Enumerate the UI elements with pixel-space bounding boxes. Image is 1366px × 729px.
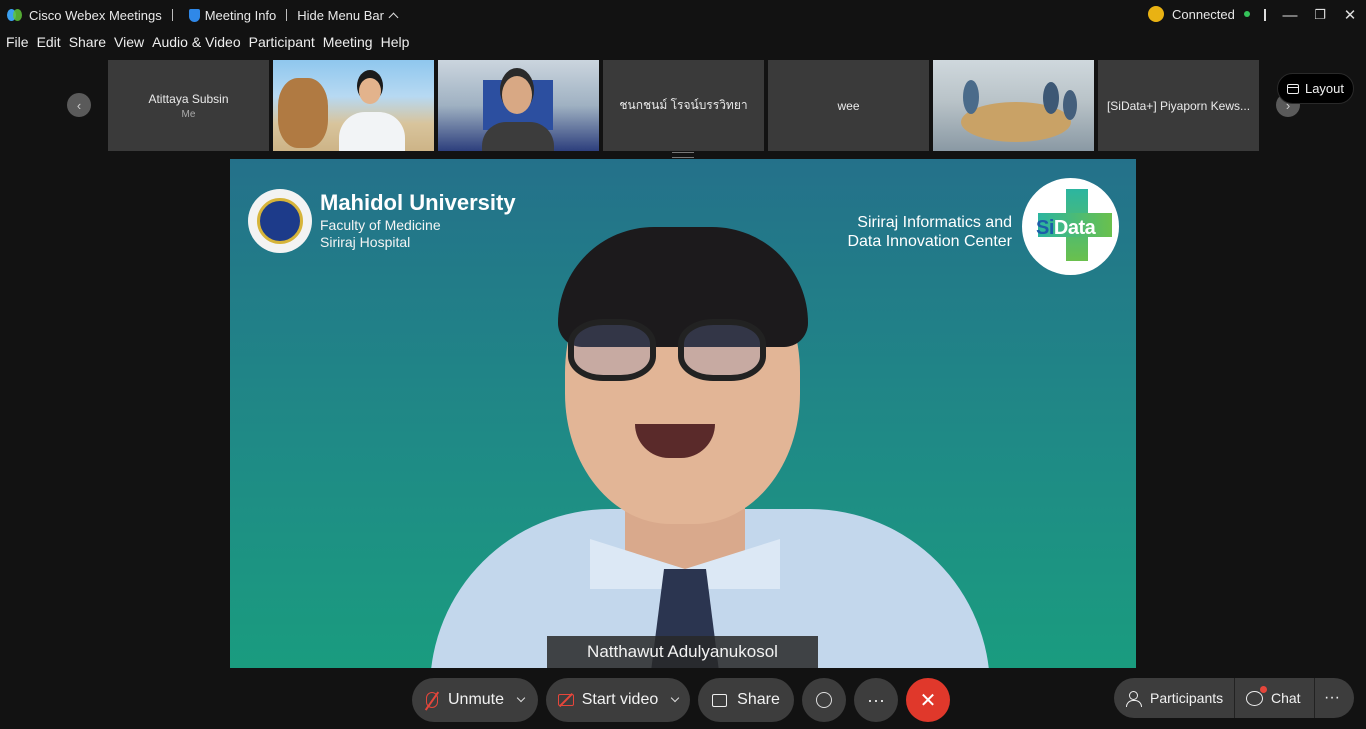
participant-name: wee	[837, 98, 860, 113]
center-name: Data Innovation Center	[847, 233, 1012, 250]
layout-button[interactable]: Layout	[1277, 73, 1354, 104]
panel-divider	[1314, 678, 1315, 718]
video-figure	[482, 122, 554, 151]
resize-grip-handle[interactable]	[672, 152, 694, 158]
share-label: Share	[737, 691, 780, 708]
participant-name: Atittaya Subsin	[148, 91, 229, 106]
speaker-glasses	[568, 319, 656, 381]
unmute-label: Unmute	[447, 691, 505, 708]
center-name: Siriraj Informatics and	[857, 214, 1012, 231]
menu-file[interactable]: File	[6, 34, 29, 56]
chevron-down-icon[interactable]	[516, 693, 526, 703]
meeting-info-link[interactable]: Meeting Info	[205, 8, 277, 23]
connection-status-text: Connected	[1172, 6, 1235, 22]
video-figure	[1063, 90, 1077, 120]
participants-button[interactable]: Participants	[1126, 678, 1223, 718]
participant-strip: Atittaya Subsin Me ชนกชนม์ โรจน์บรรวิทยา…	[108, 60, 1259, 151]
menu-participant[interactable]: Participant	[249, 34, 315, 56]
main-video-stage: Mahidol University Faculty of Medicine S…	[230, 159, 1136, 668]
hide-menu-bar-button[interactable]: Hide Menu Bar	[297, 8, 384, 23]
status-dot-icon	[1243, 11, 1250, 17]
title-divider	[1264, 9, 1266, 21]
network-badge-icon	[1148, 6, 1164, 22]
participant-thumbnail[interactable]: [SiData+] Piyaporn Kews...	[1098, 60, 1259, 151]
menu-help[interactable]: Help	[381, 34, 410, 56]
video-figure	[502, 76, 532, 114]
unread-dot	[1260, 685, 1267, 693]
restore-button[interactable]: ❐	[1305, 0, 1335, 30]
person-icon	[1126, 690, 1142, 707]
video-figure	[359, 78, 381, 104]
sidata-logo-text: SiData	[1036, 217, 1096, 239]
participant-video-thumbnail[interactable]	[933, 60, 1094, 151]
participant-video-thumbnail[interactable]	[273, 60, 434, 151]
unmute-button[interactable]: Unmute	[412, 678, 538, 722]
participant-video-thumbnail[interactable]	[438, 60, 599, 151]
menu-meeting[interactable]: Meeting	[323, 34, 373, 56]
menu-share[interactable]: Share	[69, 34, 106, 56]
video-figure	[963, 80, 979, 114]
org-subtitle: Siriraj Hospital	[320, 234, 411, 250]
share-screen-icon	[712, 693, 728, 707]
menu-audio-video[interactable]: Audio & Video	[152, 34, 240, 56]
participants-label: Participants	[1150, 690, 1224, 706]
panel-more-button[interactable]: ···	[1324, 678, 1340, 718]
speaker-glasses	[678, 319, 766, 381]
shield-icon[interactable]	[188, 8, 200, 22]
webex-logo-icon	[7, 8, 23, 22]
close-window-button[interactable]: ✕	[1335, 0, 1365, 30]
participant-thumbnail[interactable]: wee	[768, 60, 929, 151]
menu-edit[interactable]: Edit	[37, 34, 61, 56]
minimize-button[interactable]: —	[1275, 0, 1305, 30]
end-meeting-button[interactable]: ✕	[906, 678, 950, 722]
chevron-down-icon[interactable]	[670, 693, 680, 703]
smile-icon	[816, 692, 832, 708]
reactions-button[interactable]	[802, 678, 846, 722]
title-separator	[171, 9, 173, 21]
app-title: Cisco Webex Meetings	[29, 7, 162, 23]
panel-divider	[1234, 678, 1235, 718]
start-video-button[interactable]: Start video	[546, 678, 690, 722]
mahidol-seal-icon	[248, 189, 312, 253]
org-subtitle: Faculty of Medicine	[320, 217, 441, 233]
more-options-button[interactable]: ···	[854, 678, 898, 722]
participant-name: [SiData+] Piyaporn Kews...	[1106, 98, 1251, 113]
active-speaker-name: Natthawut Adulyanukosol	[547, 636, 818, 668]
chat-button[interactable]: Chat	[1246, 678, 1301, 718]
participant-name: ชนกชนม์ โรจน์บรรวิทยา	[619, 98, 748, 112]
video-figure	[278, 78, 328, 148]
title-separator	[286, 9, 288, 21]
video-figure	[339, 112, 405, 151]
panel-controls: Participants Chat ···	[1114, 678, 1354, 718]
menu-view[interactable]: View	[114, 34, 144, 56]
participant-thumbnail[interactable]: Atittaya Subsin Me	[108, 60, 269, 151]
participant-me-label: Me	[181, 108, 196, 120]
chevron-up-icon[interactable]	[388, 12, 399, 22]
mic-off-icon	[425, 692, 438, 708]
chat-bubble-icon	[1246, 685, 1267, 706]
start-video-label: Start video	[581, 691, 659, 708]
org-title: Mahidol University	[320, 190, 516, 215]
participant-thumbnail[interactable]: ชนกชนม์ โรจน์บรรวิทยา	[603, 60, 764, 151]
video-figure	[1043, 82, 1059, 114]
connection-status[interactable]: Connected	[1148, 6, 1250, 22]
layout-icon	[1286, 83, 1299, 94]
camera-off-icon	[557, 694, 574, 706]
menu-bar: File Edit Share View Audio & Video Parti…	[0, 34, 411, 56]
layout-label: Layout	[1304, 81, 1345, 96]
strip-prev-button[interactable]: ‹	[67, 93, 91, 117]
share-button[interactable]: Share	[698, 678, 794, 722]
chat-label: Chat	[1271, 690, 1301, 706]
